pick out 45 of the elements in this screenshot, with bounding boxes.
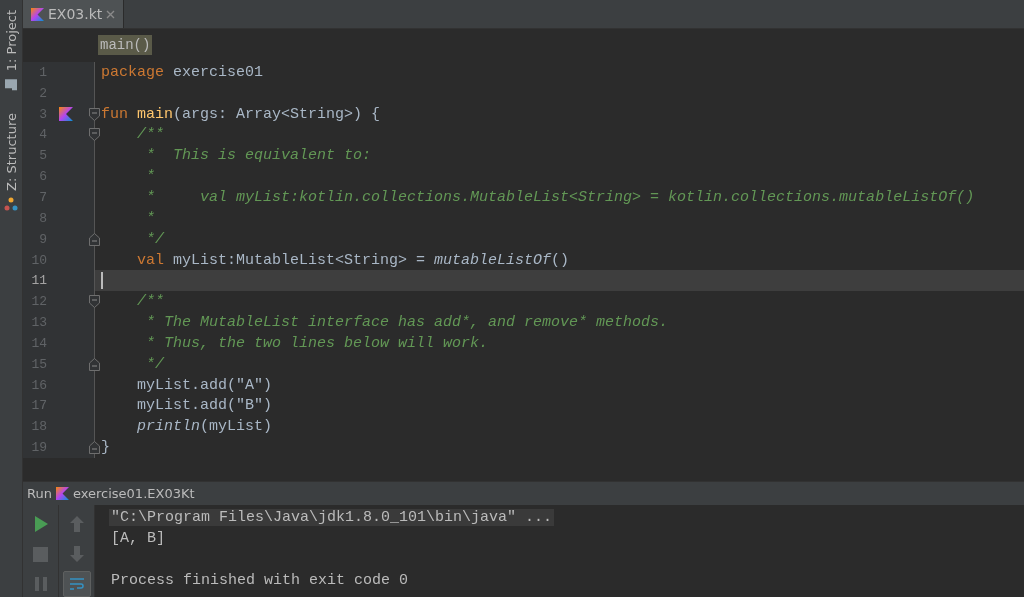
- code-line: * Thus, the two lines below will work.: [145, 334, 489, 352]
- breadcrumb[interactable]: main(): [98, 34, 153, 55]
- kotlin-icon: [55, 487, 69, 500]
- text-caret: [101, 272, 103, 290]
- code-line: * This is equivalent to:: [145, 147, 372, 165]
- close-icon[interactable]: [106, 9, 116, 19]
- code-line: */: [145, 355, 164, 373]
- code-line: }: [100, 439, 110, 457]
- code-line: /**: [136, 293, 164, 311]
- fold-start-icon[interactable]: [89, 128, 100, 142]
- tool-window-tab[interactable]: 1: Project: [1, 6, 21, 96]
- line-number: 11: [30, 273, 47, 289]
- code-line: println(myList): [136, 418, 273, 436]
- fold-start-icon[interactable]: [89, 107, 100, 121]
- wrap-icon: [68, 577, 85, 591]
- code-line: package exercise01: [100, 63, 264, 81]
- arrow-up-icon: [69, 516, 84, 532]
- soft-wrap-button[interactable]: [62, 571, 91, 597]
- tool-window-tab[interactable]: Z: Structure: [1, 109, 21, 216]
- run-label: Run: [27, 486, 52, 501]
- console-line: [A, B]: [110, 530, 166, 547]
- arrow-down-icon: [69, 546, 84, 562]
- code-line: */: [145, 230, 164, 248]
- code-line: *: [145, 209, 155, 227]
- code-line: fun main(args: Array<String>) {: [100, 105, 381, 123]
- kotlin-icon: [31, 7, 44, 21]
- code-line: val myList:MutableList<String> = mutableListOf(): [136, 251, 570, 269]
- stop-icon: [33, 546, 48, 562]
- console-line: Process finished with exit code 0: [110, 572, 410, 589]
- play-icon: [33, 516, 48, 532]
- code-line: * The MutableList interface has add*, and remove* methods.: [145, 314, 669, 332]
- fold-start-icon[interactable]: [89, 295, 100, 309]
- structure-icon: [4, 197, 18, 212]
- code-line: myList.add("A"): [136, 376, 273, 394]
- code-line: * val myList:kotlin.collections.MutableList<String> = kotlin.collections.mutableListOf(): [145, 189, 975, 206]
- run-config: exercise01.EX03Kt: [72, 486, 195, 501]
- code-line: *: [145, 168, 155, 186]
- fold-end-icon[interactable]: [89, 232, 100, 246]
- folder-icon: [4, 77, 18, 92]
- code-line: myList.add("B"): [136, 397, 273, 415]
- fold-end-icon[interactable]: [89, 441, 100, 455]
- pause-icon: [34, 577, 47, 591]
- file-tab[interactable]: EX03.kt: [23, 0, 125, 28]
- fold-end-icon[interactable]: [89, 357, 100, 371]
- code-line: /**: [136, 126, 164, 144]
